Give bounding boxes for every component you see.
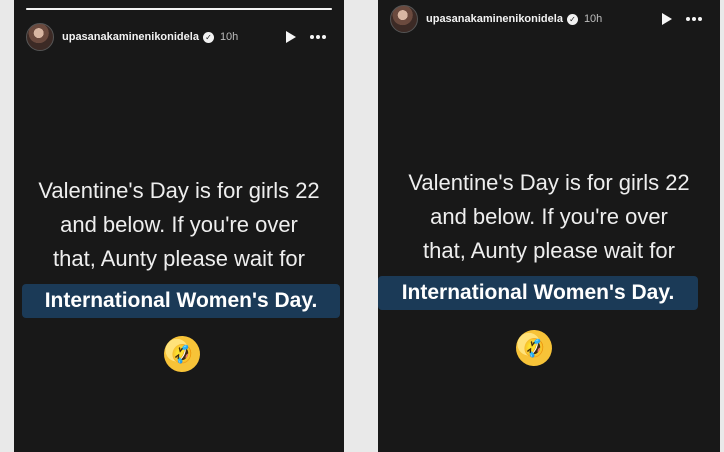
story-text-line: and below. If you're over bbox=[60, 212, 298, 237]
story-progress-fill bbox=[26, 8, 332, 10]
story-header: upasanakaminenikonidela ✓ 10h bbox=[390, 4, 708, 34]
emoji-glyph: 🤣 bbox=[519, 334, 548, 361]
verified-badge-icon: ✓ bbox=[566, 13, 578, 25]
post-time: 10h bbox=[583, 13, 603, 25]
story-text-line: and below. If you're over bbox=[430, 204, 668, 229]
username[interactable]: upasanakaminenikonidela bbox=[426, 13, 563, 25]
emoji-glyph: 🤣 bbox=[167, 340, 196, 367]
more-options-icon[interactable] bbox=[310, 35, 326, 39]
story-card-right[interactable]: upasanakaminenikonidela ✓ 10h Valentine'… bbox=[378, 0, 720, 452]
more-options-icon[interactable] bbox=[686, 17, 702, 21]
highlighted-text: International Women's Day. bbox=[22, 284, 340, 318]
play-icon[interactable] bbox=[286, 31, 296, 43]
avatar[interactable] bbox=[390, 5, 418, 33]
story-header: upasanakaminenikonidela ✓ 10h bbox=[26, 22, 332, 52]
story-text-line: Valentine's Day is for girls 22 bbox=[408, 170, 690, 195]
verified-badge-icon: ✓ bbox=[202, 31, 214, 43]
story-text: Valentine's Day is for girls 22 and belo… bbox=[14, 174, 344, 276]
avatar[interactable] bbox=[26, 23, 54, 51]
play-icon[interactable] bbox=[662, 13, 672, 25]
laughing-emoji-icon: 🤣 bbox=[158, 330, 206, 378]
post-time: 10h bbox=[219, 31, 239, 43]
story-text-line: that, Aunty please wait for bbox=[423, 238, 675, 263]
story-card-left[interactable]: upasanakaminenikonidela ✓ 10h Valentine'… bbox=[14, 0, 344, 452]
story-progress-bar bbox=[26, 8, 332, 10]
story-text-line: Valentine's Day is for girls 22 bbox=[38, 178, 320, 203]
laughing-emoji-icon: 🤣 bbox=[510, 324, 558, 372]
username[interactable]: upasanakaminenikonidela bbox=[62, 31, 199, 43]
story-text-line: that, Aunty please wait for bbox=[53, 246, 305, 271]
highlighted-text: International Women's Day. bbox=[378, 276, 698, 310]
story-text: Valentine's Day is for girls 22 and belo… bbox=[378, 166, 720, 268]
